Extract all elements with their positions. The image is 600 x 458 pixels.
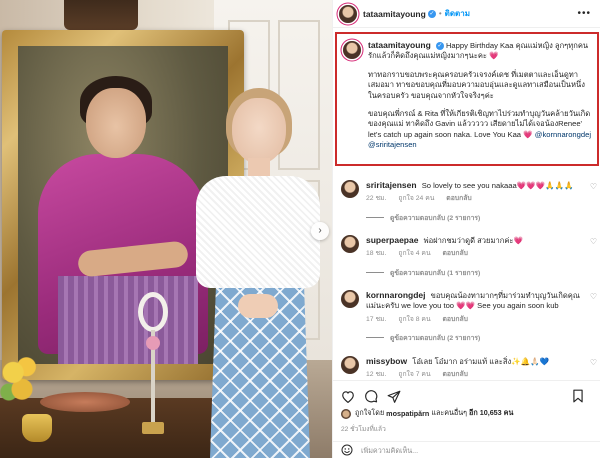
comment-text: พ่อฝากชมว่าดูดี สวยมากค่ะ💗 [423, 236, 523, 245]
comment-item: superpaepae พ่อฝากชมว่าดูดี สวยมากค่ะ💗 1… [341, 235, 597, 278]
more-options-icon[interactable]: ••• [577, 8, 591, 19]
post-sidebar: tataamitayoung ✓ • ติดตาม ••• tataamitay… [332, 0, 600, 458]
post-photo: › [0, 0, 332, 458]
comment-icon[interactable] [364, 389, 378, 403]
comment-time: 17 ชม. [366, 315, 387, 323]
mention-link[interactable]: @sriritajensen [368, 140, 417, 149]
comment-heart-icon[interactable]: ♡ [587, 182, 597, 205]
comment-likes[interactable]: ถูกใจ 4 คน [398, 250, 430, 257]
easel [64, 0, 138, 30]
verified-icon: ✓ [435, 42, 444, 50]
reply-button[interactable]: ตอบกลับ [443, 371, 468, 378]
flower-garland [138, 292, 168, 438]
woman-standing [196, 88, 320, 458]
avatar[interactable] [341, 235, 359, 253]
verified-icon: ✓ [427, 9, 436, 18]
gold-bowl [22, 414, 52, 442]
caption-username[interactable]: tataamitayoung [368, 40, 431, 50]
reply-button[interactable]: ตอบกลับ [443, 316, 468, 323]
follow-button[interactable]: ติดตาม [445, 7, 470, 20]
likes-middle: และคนอื่นๆ [431, 408, 468, 417]
caption-highlight: tataamitayoung ✓ Happy Birthday Kaa คุณแม… [335, 32, 599, 166]
avatar[interactable] [341, 356, 359, 374]
add-comment-bar [333, 441, 600, 458]
share-icon[interactable] [387, 390, 401, 403]
comment-heart-icon[interactable]: ♡ [587, 358, 597, 381]
comment-heart-icon[interactable]: ♡ [587, 292, 597, 325]
comment-username[interactable]: superpaepae [366, 235, 418, 245]
likes-prefix: ถูกใจโดย [355, 408, 385, 417]
avatar[interactable] [339, 4, 357, 23]
likes-count[interactable]: อีก 10,653 คน [469, 408, 513, 419]
avatar[interactable] [341, 290, 359, 308]
bookmark-icon[interactable] [572, 389, 584, 403]
view-replies-button[interactable]: ดูข้อความตอบกลับ (1 รายการ) [366, 267, 597, 278]
mention-link[interactable]: @kornnarongdej [535, 130, 591, 139]
reply-button[interactable]: ตอบกลับ [446, 195, 471, 202]
comment-time: 12 ชม. [366, 371, 387, 379]
comment-item: sriritajensen So lovely to see you nakaa… [341, 180, 597, 223]
caption-paragraph-3: ขอบคุณพี่กรณ์ & Rita ที่ให้เกียรติเชิญทา… [368, 109, 591, 151]
likes-summary[interactable]: ถูกใจโดย mospatipărn และคนอื่นๆ อีก 10,6… [341, 408, 593, 419]
separator-dot: • [438, 9, 442, 18]
carousel-next-button[interactable]: › [311, 222, 329, 240]
post-actions: ถูกใจโดย mospatipărn และคนอื่นๆ อีก 10,6… [333, 380, 600, 434]
heart-icon[interactable] [341, 390, 355, 403]
offering-tray [40, 392, 130, 412]
flower-arrangement [0, 350, 44, 406]
comment-likes[interactable]: ถูกใจ 7 คน [398, 371, 430, 378]
comment-username[interactable]: missybow [366, 356, 407, 366]
username[interactable]: tataamitayoung [363, 9, 426, 19]
caption-text: tataamitayoung ✓ Happy Birthday Kaa คุณแม… [368, 40, 591, 151]
comment-text: So lovely to see you nakaaa💗💗💗🙏🙏🙏 [421, 181, 574, 190]
comment-text: โอ๋เลย โอ๋มาก อร่ามแท้ และสิ่ง✨🔔🙏🏻💙 [412, 357, 550, 366]
heart-emoji: 💗 [523, 129, 533, 139]
caption-paragraph-2: ทาทอกราบขอบพระคุณครอบครัวเจรงค์เดช ที่เม… [368, 69, 585, 100]
avatar[interactable] [341, 180, 359, 198]
likes-user[interactable]: mospatipărn [386, 409, 429, 418]
comment-time: 18 ชม. [366, 250, 387, 258]
comment-input[interactable] [361, 445, 561, 455]
comment-time: 22 ชม. [366, 195, 387, 203]
comment-likes[interactable]: ถูกใจ 24 คน [398, 195, 434, 202]
comment-likes[interactable]: ถูกใจ 8 คน [398, 316, 430, 323]
comment-username[interactable]: sriritajensen [366, 180, 417, 190]
comment-item: kornnarongdej ขอบคุณน้องทามากๆที่มาร่วมท… [341, 290, 597, 343]
emoji-icon[interactable] [341, 444, 353, 456]
avatar [341, 408, 351, 419]
post-timestamp: 22 ชั่วโมงที่แล้ว [341, 426, 386, 433]
post-header: tataamitayoung ✓ • ติดตาม ••• [333, 0, 600, 28]
reply-button[interactable]: ตอบกลับ [443, 250, 468, 257]
avatar[interactable] [343, 41, 361, 59]
comment-item: missybow โอ๋เลย โอ๋มาก อร่ามแท้ และสิ่ง✨… [341, 356, 597, 381]
comment-username[interactable]: kornnarongdej [366, 290, 426, 300]
heart-emoji: 💗 [489, 51, 499, 61]
comment-heart-icon[interactable]: ♡ [587, 237, 597, 260]
view-replies-button[interactable]: ดูข้อความตอบกลับ (2 รายการ) [366, 332, 597, 343]
view-replies-button[interactable]: ดูข้อความตอบกลับ (2 รายการ) [366, 212, 597, 223]
